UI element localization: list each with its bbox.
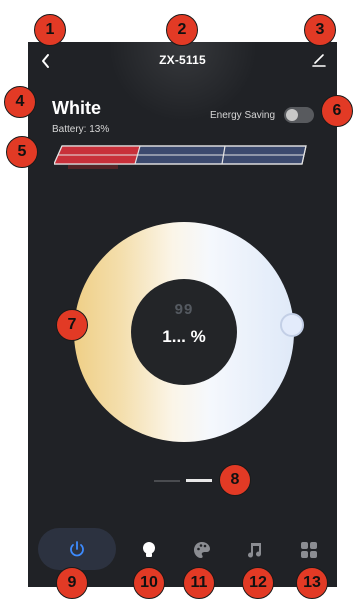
grid-icon [301, 542, 317, 558]
brightness-value: 1... % [162, 327, 206, 346]
brightness-center: 99 1... % [131, 279, 237, 385]
device-title: ZX-5115 [159, 53, 206, 67]
marker-5: 5 [6, 136, 38, 168]
nav-bulb-button[interactable] [138, 539, 160, 561]
music-icon [248, 543, 262, 558]
energy-saving-toggle[interactable] [284, 107, 314, 123]
palette-icon [194, 542, 210, 558]
wheel-handle[interactable] [280, 313, 304, 337]
nav-music-button[interactable] [244, 539, 266, 561]
marker-6: 6 [321, 95, 353, 127]
panel-icon [53, 145, 307, 169]
marker-12: 12 [242, 567, 274, 599]
mode-name: White [52, 98, 101, 118]
marker-1: 1 [34, 14, 66, 46]
marker-7: 7 [56, 309, 88, 341]
marker-8: 8 [219, 464, 251, 496]
page-dot-1 [154, 480, 180, 482]
marker-2: 2 [166, 14, 198, 46]
toggle-knob [286, 109, 298, 121]
marker-4: 4 [4, 86, 36, 118]
pencil-icon [312, 54, 326, 67]
marker-13: 13 [296, 567, 328, 599]
light-panel-preview[interactable] [53, 142, 334, 172]
marker-3: 3 [304, 14, 336, 46]
nav-power-button[interactable] [38, 528, 116, 570]
battery-status: Battery: 13% [52, 124, 110, 135]
edit-button[interactable] [309, 50, 329, 70]
marker-10: 10 [133, 567, 165, 599]
color-temperature-wheel[interactable]: 99 1... % [74, 222, 294, 442]
page-dot-2-active [186, 479, 212, 482]
top-bar: ZX-5115 [28, 42, 337, 80]
nav-grid-button[interactable] [298, 539, 320, 561]
power-icon [70, 541, 84, 557]
previous-value: 99 [174, 301, 194, 318]
bulb-icon [143, 542, 155, 557]
marker-9: 9 [56, 567, 88, 599]
nav-palette-button[interactable] [191, 539, 213, 561]
energy-saving-label: Energy Saving [210, 110, 276, 121]
page-indicator[interactable] [154, 479, 214, 483]
marker-11: 11 [183, 567, 215, 599]
